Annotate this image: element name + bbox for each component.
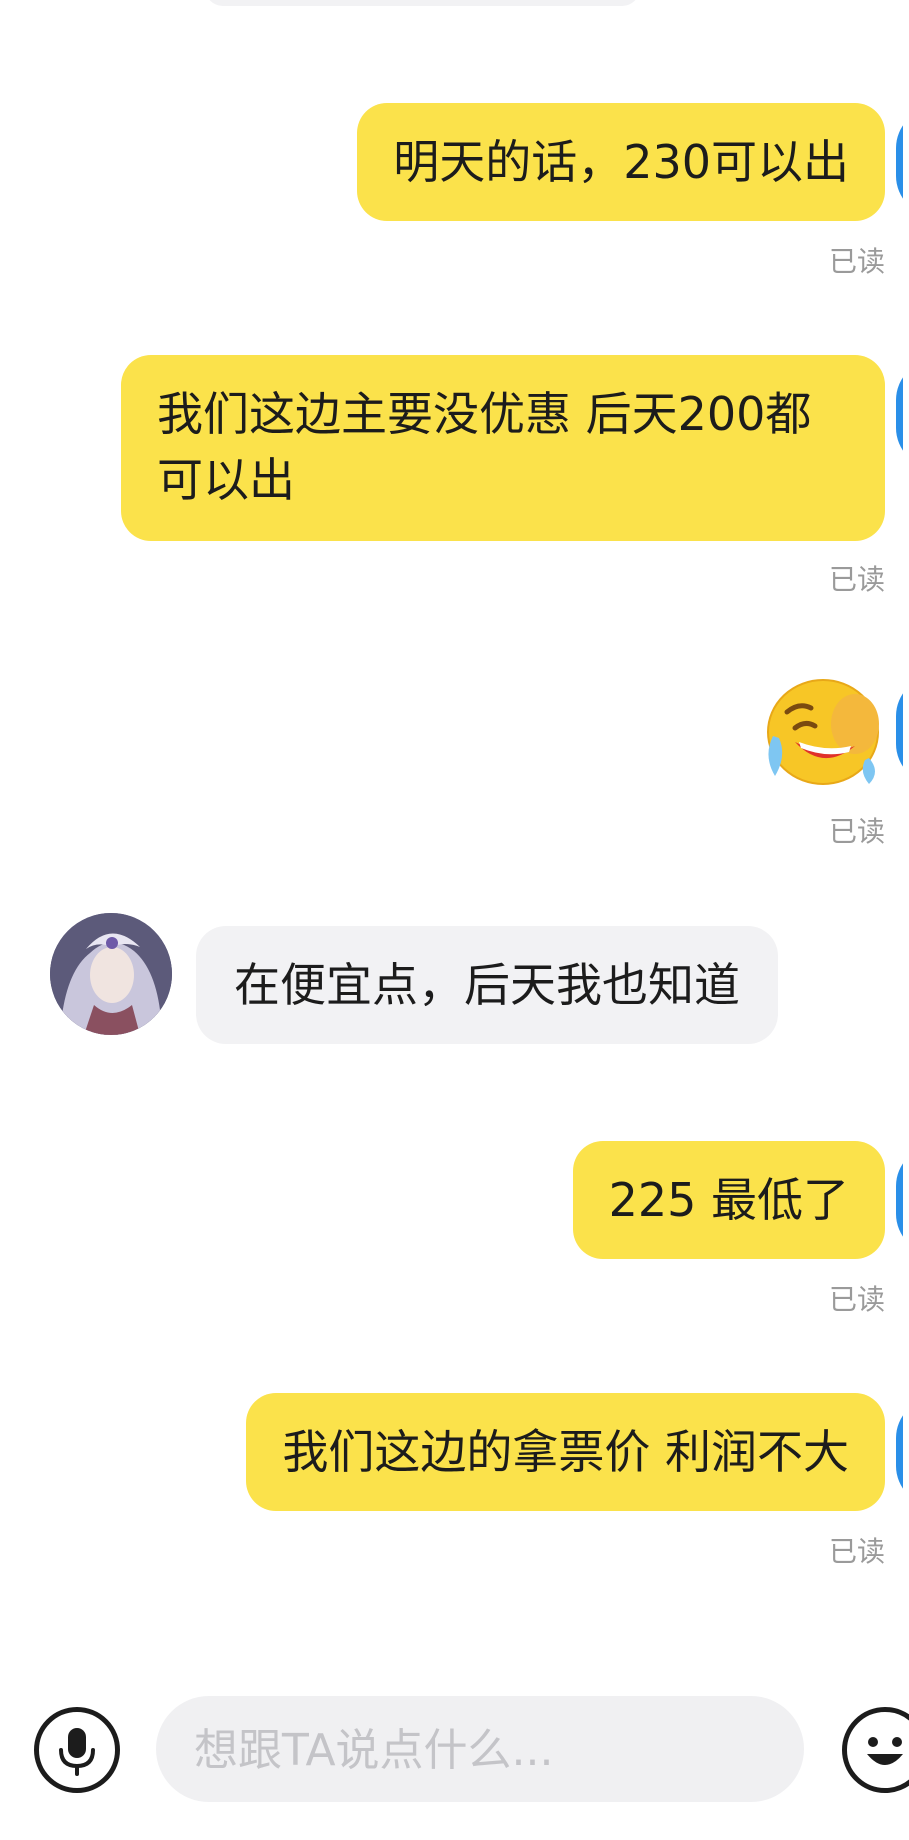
self-avatar[interactable] [896, 108, 909, 216]
read-status: 已读 [828, 1283, 885, 1316]
read-status: 已读 [828, 815, 885, 848]
read-status: 已读 [828, 245, 885, 278]
crying-laughing-emoji-icon[interactable] [765, 676, 881, 786]
emoji-button[interactable] [842, 1707, 909, 1793]
contact-avatar-image [50, 913, 172, 1035]
message-input[interactable] [192, 1696, 776, 1804]
read-status: 已读 [828, 1535, 885, 1568]
message-bubble-self[interactable]: 明天的话，230可以出 [357, 103, 885, 221]
microphone-icon [59, 1728, 95, 1776]
chat-screen: 明天的话，230可以出 已读 我们这边主要没优惠 后天200都可以出 已读 已读… [0, 0, 909, 1840]
message-input-container[interactable] [156, 1696, 804, 1804]
voice-input-button[interactable] [34, 1707, 120, 1793]
contact-avatar[interactable] [50, 913, 172, 1035]
read-status: 已读 [828, 563, 885, 596]
input-bar [0, 1688, 909, 1840]
partial-message-bubble [205, 0, 640, 6]
self-avatar[interactable] [896, 1398, 909, 1506]
message-bubble-other[interactable]: 在便宜点，后天我也知道 [196, 926, 778, 1044]
message-bubble-self[interactable]: 225 最低了 [572, 1141, 885, 1259]
message-bubble-self[interactable]: 我们这边主要没优惠 后天200都可以出 [121, 355, 885, 541]
self-avatar[interactable] [896, 676, 909, 784]
message-bubble-self[interactable]: 我们这边的拿票价 利润不大 [246, 1393, 885, 1511]
self-avatar[interactable] [896, 360, 909, 468]
self-avatar[interactable] [896, 1146, 909, 1254]
smiley-icon [867, 1737, 903, 1765]
